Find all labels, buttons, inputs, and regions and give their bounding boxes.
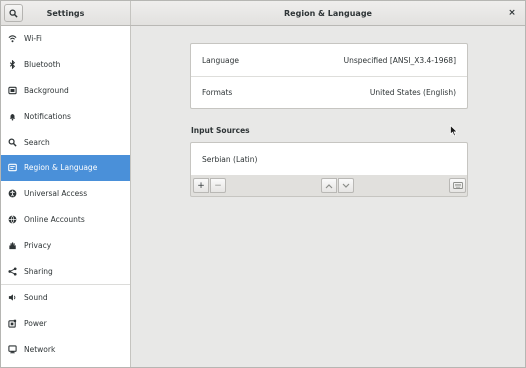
region-icon [8, 163, 17, 172]
sidebar: Wi-Fi Bluetooth Background Notifications… [1, 26, 131, 367]
mouse-pointer-icon [450, 125, 458, 137]
input-sources-heading: Input Sources [191, 126, 250, 135]
sidebar-item-label: Background [24, 85, 69, 95]
sidebar-item-label: Search [24, 137, 50, 147]
accessibility-icon [8, 189, 17, 198]
language-value: Unspecified [ANSI_X3.4-1968] [343, 55, 456, 65]
background-icon [8, 86, 17, 95]
sidebar-item-universal-access[interactable]: Universal Access [1, 181, 130, 207]
speaker-icon [8, 293, 17, 302]
sidebar-header: Settings [1, 1, 131, 25]
locale-settings-card: Language Unspecified [ANSI_X3.4-1968] Fo… [190, 43, 468, 109]
sidebar-item-online-accounts[interactable]: Online Accounts [1, 207, 130, 233]
input-sources-list: Serbian (Latin) [190, 142, 468, 176]
add-input-source-button[interactable]: + [193, 178, 209, 193]
sidebar-item-label: Wi-Fi [24, 34, 42, 44]
sidebar-item-label: Online Accounts [24, 214, 85, 224]
sidebar-item-region-language[interactable]: Region & Language [1, 154, 130, 181]
power-icon [8, 319, 17, 328]
remove-icon: − [214, 180, 222, 191]
formats-label: Formats [202, 88, 233, 97]
region-language-panel: Language Unspecified [ANSI_X3.4-1968] Fo… [132, 26, 525, 367]
formats-row[interactable]: Formats United States (English) [191, 76, 467, 108]
sidebar-item-label: Bluetooth [24, 60, 61, 70]
sidebar-item-search[interactable]: Search [1, 129, 130, 155]
sidebar-item-power[interactable]: Power [1, 311, 130, 337]
panel-header: Region & Language × [131, 1, 525, 25]
input-source-label: Serbian (Latin) [202, 154, 258, 164]
search-icon [9, 8, 18, 18]
sidebar-item-network[interactable]: Network [1, 337, 130, 363]
add-icon: + [197, 180, 205, 191]
share-icon [8, 267, 17, 276]
privacy-icon [8, 241, 17, 250]
sidebar-item-bluetooth[interactable]: Bluetooth [1, 52, 130, 78]
wifi-icon [8, 34, 17, 43]
sidebar-item-privacy[interactable]: Privacy [1, 232, 130, 258]
keyboard-layout-button[interactable] [449, 178, 466, 193]
close-button[interactable]: × [505, 6, 519, 20]
input-sources-toolbar: + − [190, 175, 468, 197]
sidebar-item-sharing[interactable]: Sharing [1, 258, 130, 284]
chevron-up-icon [325, 183, 333, 188]
bluetooth-icon [8, 60, 17, 70]
move-down-button[interactable] [338, 178, 354, 193]
remove-input-source-button[interactable]: − [210, 178, 226, 193]
language-label: Language [202, 55, 240, 65]
sidebar-item-label: Sharing [24, 266, 53, 276]
language-row[interactable]: Language Unspecified [ANSI_X3.4-1968] [191, 44, 467, 76]
sidebar-item-wifi[interactable]: Wi-Fi [1, 26, 130, 52]
header-bar: Settings Region & Language × [1, 1, 525, 26]
sidebar-item-label: Network [24, 344, 56, 354]
network-icon [8, 345, 17, 354]
search-icon [8, 138, 17, 147]
sidebar-item-label: Power [24, 319, 47, 329]
bell-icon [8, 112, 17, 121]
chevron-down-icon [342, 183, 350, 188]
keyboard-icon [452, 182, 463, 189]
input-source-row[interactable]: Serbian (Latin) [191, 143, 467, 175]
formats-value: United States (English) [369, 88, 456, 97]
move-up-button[interactable] [321, 178, 337, 193]
sidebar-item-background[interactable]: Background [1, 78, 130, 104]
sidebar-item-label: Privacy [24, 240, 52, 250]
sidebar-item-label: Notifications [24, 111, 71, 121]
settings-window: Settings Region & Language × Wi-Fi Bluet… [0, 0, 526, 368]
online-accounts-icon [8, 215, 17, 224]
sidebar-item-label: Universal Access [24, 189, 88, 199]
sidebar-item-label: Region & Language [24, 163, 98, 173]
sidebar-item-label: Sound [24, 293, 48, 303]
search-button[interactable] [4, 4, 23, 22]
panel-title: Region & Language [284, 8, 372, 18]
sidebar-item-sound[interactable]: Sound [1, 285, 130, 311]
sidebar-item-notifications[interactable]: Notifications [1, 103, 130, 129]
close-icon: × [508, 8, 516, 18]
